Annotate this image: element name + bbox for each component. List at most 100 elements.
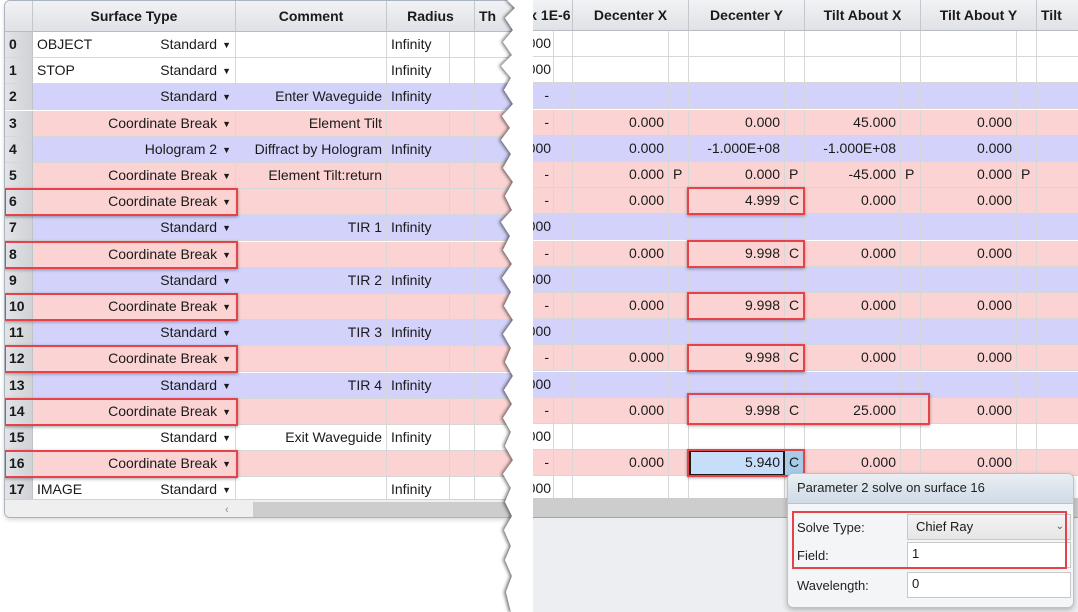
row-number[interactable]: 8	[5, 241, 33, 268]
radius-solve-cell[interactable]	[450, 58, 475, 85]
decenter-x-solve-cell[interactable]	[669, 240, 689, 267]
dropdown-caret-icon[interactable]: ▼	[222, 459, 231, 469]
radius-solve-cell[interactable]	[450, 84, 475, 111]
row-number[interactable]: 16	[5, 451, 33, 478]
dropdown-caret-icon[interactable]: ▼	[222, 145, 231, 155]
decenter-y-cell[interactable]	[689, 319, 785, 346]
radius-cell[interactable]: Infinity	[387, 136, 450, 163]
tilt-about-x-solve-cell[interactable]	[901, 214, 921, 241]
decenter-y-cell[interactable]: -1.000E+08	[689, 135, 785, 162]
comment-cell[interactable]	[236, 58, 387, 85]
surface-type-dropdown[interactable]: Coordinate Break ▼	[108, 111, 231, 136]
table-row[interactable]: 14Coordinate Break▼0	[5, 398, 516, 425]
decenter-y-solve-cell[interactable]	[785, 83, 805, 110]
tilt-about-y-solve-cell[interactable]: P	[1017, 162, 1037, 188]
decenter-x-solve-cell[interactable]	[669, 135, 689, 162]
surface-type-cell[interactable]: Standard ▼	[33, 215, 236, 242]
surface-type-cell[interactable]: Coordinate Break ▼	[33, 398, 236, 425]
tilt-about-y-solve-cell[interactable]	[1017, 266, 1037, 293]
tilt-about-x-cell[interactable]	[805, 424, 901, 450]
dropdown-caret-icon[interactable]: ▼	[222, 171, 231, 181]
decenter-x-cell[interactable]: 0.000	[573, 188, 669, 215]
decenter-x-solve-cell[interactable]	[669, 345, 689, 372]
radius-solve-cell[interactable]	[450, 32, 475, 58]
surface-type-dropdown[interactable]: Standard ▼	[160, 373, 231, 398]
tilt-partial-cell[interactable]	[1037, 267, 1078, 293]
thickness-scale-solve-cell[interactable]	[554, 57, 573, 84]
thickness-scale-solve-cell[interactable]	[554, 83, 573, 110]
decenter-y-cell[interactable]: 0.000	[689, 109, 785, 136]
table-row[interactable]: -0.000 9.998 C 0.000 0.000	[512, 345, 1078, 372]
decenter-y-cell[interactable]: 9.998	[689, 293, 785, 319]
decenter-x-solve-cell[interactable]: P	[669, 162, 689, 188]
table-row[interactable]: 8 Coordinate Break ▼	[5, 241, 516, 268]
tilt-about-y-cell[interactable]: 0.000	[921, 345, 1017, 372]
comment-cell[interactable]: Diffract by Hologram	[236, 136, 387, 163]
tilt-about-x-cell[interactable]	[805, 319, 901, 346]
radius-solve-cell[interactable]	[450, 189, 475, 216]
dropdown-caret-icon[interactable]: ▼	[222, 381, 231, 391]
decenter-x-solve-cell[interactable]	[669, 266, 689, 293]
comment-cell[interactable]: Element Tilt	[236, 110, 387, 137]
surface-type-cell[interactable]: Coordinate Break ▼	[33, 346, 236, 373]
radius-solve-cell[interactable]	[450, 163, 475, 189]
tilt-partial-cell[interactable]	[1037, 136, 1078, 162]
decenter-x-cell[interactable]: 0.000	[573, 162, 669, 188]
table-row[interactable]: -0.000 9.998 C 0.000 0.000	[512, 293, 1078, 319]
radius-cell[interactable]: Infinity	[387, 215, 450, 242]
decenter-y-solve-cell[interactable]: C	[785, 293, 805, 319]
dropdown-caret-icon[interactable]: ▼	[222, 250, 231, 260]
surface-type-dropdown[interactable]: Standard ▼	[160, 268, 231, 293]
decenter-y-cell[interactable]: 4.999	[689, 188, 785, 215]
tilt-about-y-solve-cell[interactable]	[1017, 57, 1037, 84]
decenter-y-solve-cell[interactable]	[785, 371, 805, 398]
thickness-scale-solve-cell[interactable]	[554, 109, 573, 136]
tilt-about-x-cell[interactable]	[805, 214, 901, 241]
tilt-about-x-cell[interactable]: -1.000E+08	[805, 135, 901, 162]
decenter-x-solve-cell[interactable]	[669, 371, 689, 398]
table-row[interactable]: -0.000 P 0.000 P -45.000 P 0.000 P	[512, 162, 1078, 188]
radius-solve-cell[interactable]	[450, 215, 475, 242]
tilt-about-x-cell[interactable]: 0.000	[805, 240, 901, 267]
surface-type-cell[interactable]: Standard ▼	[33, 84, 236, 111]
table-row[interactable]: 7Standard▼TIR 1Infinity1	[5, 215, 516, 242]
decenter-y-cell[interactable]: 9.998	[689, 397, 785, 424]
comment-cell[interactable]: TIR 1	[236, 215, 387, 242]
radius-cell[interactable]	[387, 294, 450, 320]
tilt-partial-cell[interactable]	[1037, 424, 1078, 450]
table-row[interactable]: -	[512, 83, 1078, 110]
table-row[interactable]: 13Standard▼TIR 4Infinity-10	[5, 372, 516, 399]
decenter-x-solve-cell[interactable]	[669, 450, 689, 477]
decenter-x-cell[interactable]	[573, 83, 669, 110]
tilt-about-y-cell[interactable]	[921, 83, 1017, 110]
tilt-about-y-solve-cell[interactable]	[1017, 397, 1037, 424]
thickness-scale-solve-cell[interactable]	[554, 188, 573, 215]
decenter-y-solve-cell[interactable]	[785, 57, 805, 84]
comment-cell[interactable]: TIR 2	[236, 267, 387, 294]
tilt-partial-cell[interactable]	[1037, 398, 1078, 424]
radius-cell[interactable]: Infinity	[387, 32, 450, 58]
tilt-about-x-solve-cell[interactable]	[901, 345, 921, 372]
thickness-scale-solve-cell[interactable]	[554, 31, 573, 57]
row-number[interactable]: 1	[5, 58, 33, 85]
surface-type-cell[interactable]: Coordinate Break ▼	[33, 163, 236, 189]
surface-type-cell[interactable]: Hologram 2 ▼	[33, 136, 236, 163]
surface-type-cell[interactable]: OBJECT Standard ▼	[33, 32, 236, 58]
decenter-y-solve-cell[interactable]	[785, 424, 805, 450]
tilt-about-x-cell[interactable]	[805, 83, 901, 110]
tilt-about-y-solve-cell[interactable]	[1017, 240, 1037, 267]
decenter-y-cell[interactable]: 9.998	[689, 240, 785, 267]
dropdown-caret-icon[interactable]: ▼	[222, 485, 231, 495]
decenter-x-solve-cell[interactable]	[669, 319, 689, 346]
comment-cell[interactable]: Enter Waveguide	[236, 84, 387, 111]
surface-type-cell[interactable]: Coordinate Break ▼	[33, 110, 236, 137]
decenter-x-solve-cell[interactable]	[669, 31, 689, 57]
decenter-x-cell[interactable]	[573, 424, 669, 450]
row-number[interactable]: 10	[5, 294, 33, 320]
table-row[interactable]: 6 Coordinate Break ▼	[5, 189, 516, 216]
surface-type-cell[interactable]: Coordinate Break ▼	[33, 189, 236, 216]
tilt-about-x-solve-cell[interactable]	[901, 424, 921, 450]
thickness-scale-solve-cell[interactable]	[554, 371, 573, 398]
dropdown-caret-icon[interactable]: ▼	[222, 40, 231, 50]
dropdown-caret-icon[interactable]: ▼	[222, 433, 231, 443]
